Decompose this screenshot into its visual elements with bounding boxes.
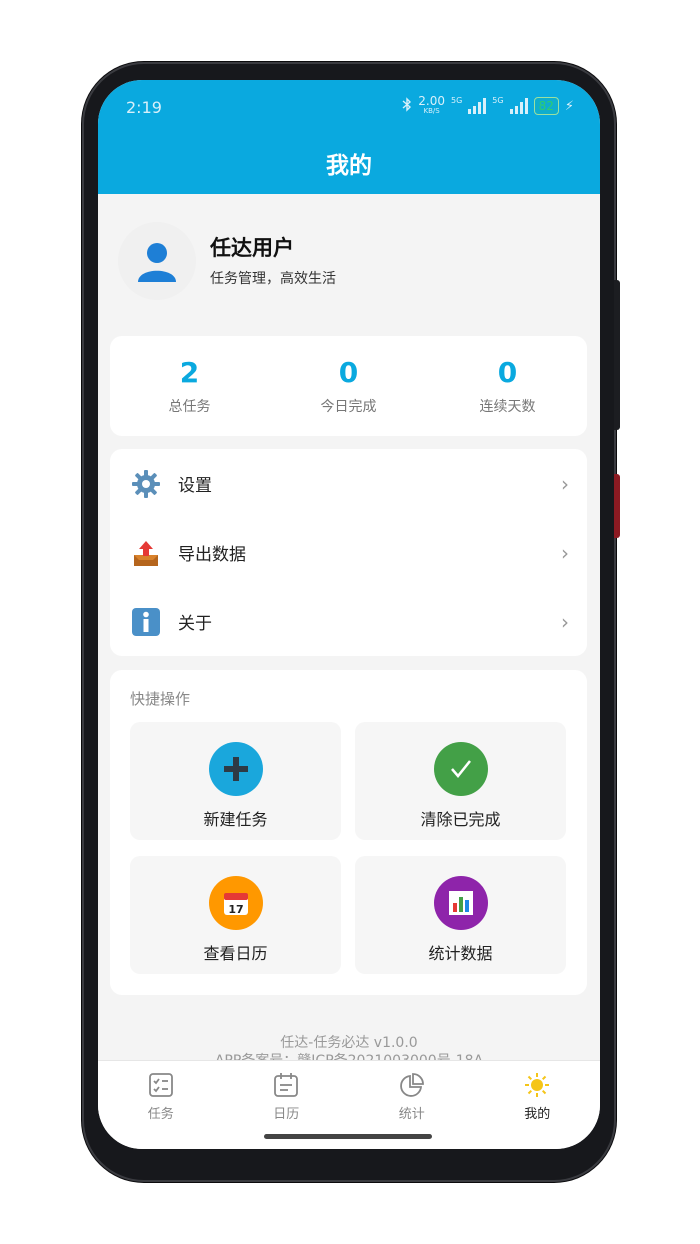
bluetooth-icon (402, 97, 412, 115)
user-tagline: 任务管理，高效生活 (210, 271, 336, 287)
sim2-label: 5G (492, 96, 504, 105)
sim1-label: 5G (450, 96, 463, 105)
bar-chart-icon (433, 876, 488, 930)
menu-label: 导出数据 (178, 545, 246, 565)
net-speed: 2.00 KB/S (418, 94, 445, 115)
battery-indicator: 82 (533, 97, 559, 115)
stat-label: 今日完成 (320, 399, 377, 415)
stat-label: 总任务 (168, 399, 211, 415)
quick-actions-title: 快捷操作 (130, 690, 191, 708)
home-indicator[interactable] (264, 1134, 432, 1139)
menu-label: 设置 (178, 476, 212, 496)
avatar[interactable] (118, 222, 196, 300)
svg-text:17: 17 (228, 903, 243, 916)
sun-icon (523, 1071, 551, 1099)
menu-item-export[interactable]: 导出数据 › (110, 518, 587, 587)
tab-label: 我的 (524, 1107, 551, 1122)
status-icons: 2.00 KB/S 5G 5G 82 ⚡ (402, 94, 574, 116)
app-version: 任达-任务必达 v1.0.0 (280, 1035, 418, 1051)
clear-completed-button[interactable]: 清除已完成 (355, 722, 566, 840)
chevron-right-icon: › (561, 609, 569, 634)
tab-label: 日历 (273, 1107, 300, 1122)
chevron-right-icon: › (561, 471, 569, 496)
profile-section[interactable]: 任达用户 任务管理，高效生活 (118, 222, 588, 306)
menu-item-settings[interactable]: 设置 › (110, 449, 587, 518)
volume-button (614, 280, 620, 430)
stat-value: 2 (179, 356, 200, 389)
stat-value: 0 (338, 356, 359, 389)
charging-icon: ⚡ (564, 98, 574, 114)
calendar-icon (272, 1071, 300, 1099)
calendar-icon: 17 (208, 876, 263, 930)
statistics-button[interactable]: 统计数据 (355, 856, 566, 974)
tab-label: 统计 (398, 1107, 425, 1122)
gear-icon (128, 469, 164, 499)
stat-streak-days: 0 连续天数 (428, 336, 587, 436)
tile-label: 新建任务 (203, 810, 268, 829)
page-title: 我的 (326, 153, 372, 179)
settings-menu: 设置 › 导出数据 › 关于 › (110, 449, 587, 656)
export-icon (128, 538, 164, 568)
tab-label: 任务 (147, 1107, 174, 1122)
person-icon (138, 243, 176, 282)
menu-label: 关于 (178, 614, 212, 634)
signal-icon (509, 98, 528, 114)
app-screen: 2:19 2.00 KB/S 5G 5G 82 ⚡ 我的 任达用户 任务管理，高… (98, 80, 600, 1149)
status-time: 2:19 (126, 98, 162, 117)
stat-today-done: 0 今日完成 (269, 336, 428, 436)
stats-card: 2 总任务 0 今日完成 0 连续天数 (110, 336, 587, 436)
tab-tasks[interactable]: 任务 (98, 1061, 224, 1149)
tile-label: 查看日历 (203, 944, 268, 963)
quick-actions-card: 快捷操作 新建任务 清除已完成 17 查看日历 统计数据 (110, 670, 587, 995)
tile-label: 清除已完成 (420, 810, 501, 829)
signal-icon (468, 98, 487, 114)
power-button (614, 474, 620, 538)
tab-mine[interactable]: 我的 (475, 1061, 601, 1149)
new-task-button[interactable]: 新建任务 (130, 722, 341, 840)
stat-label: 连续天数 (479, 399, 536, 415)
info-icon (128, 607, 164, 637)
plus-icon (208, 742, 263, 796)
check-icon (433, 742, 488, 796)
stat-value: 0 (497, 356, 518, 389)
username: 任达用户 (210, 236, 294, 260)
chevron-right-icon: › (561, 540, 569, 565)
view-calendar-button[interactable]: 17 查看日历 (130, 856, 341, 974)
pie-chart-icon (398, 1071, 426, 1099)
menu-item-about[interactable]: 关于 › (110, 587, 587, 656)
tile-label: 统计数据 (428, 944, 493, 963)
stat-total-tasks: 2 总任务 (110, 336, 269, 436)
checklist-icon (147, 1071, 175, 1099)
app-header: 2:19 2.00 KB/S 5G 5G 82 ⚡ 我的 (98, 80, 600, 194)
